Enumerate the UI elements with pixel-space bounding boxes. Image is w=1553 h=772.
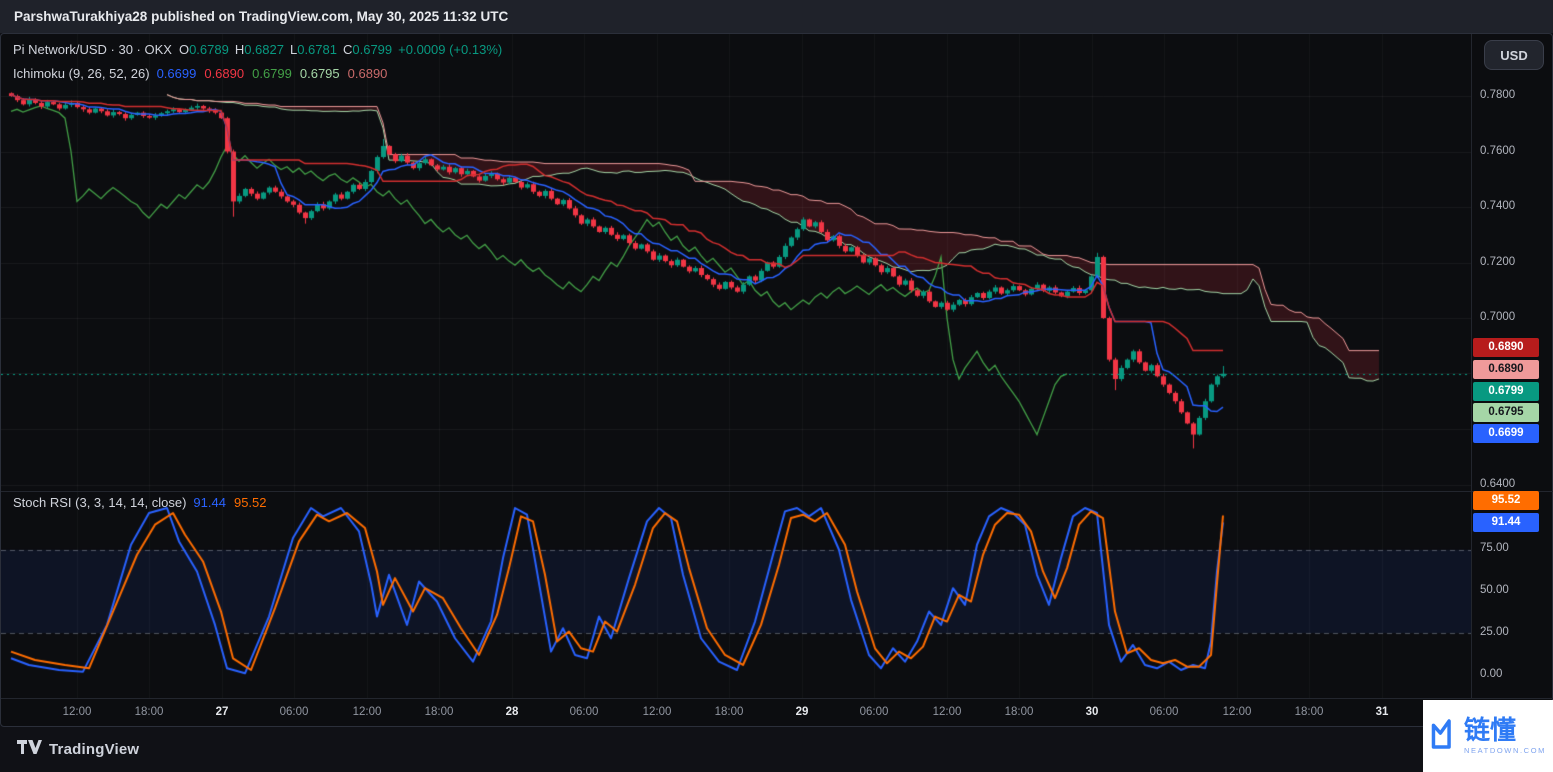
- time-tick-14: 30: [1085, 706, 1099, 718]
- price-chart-canvas[interactable]: [1, 34, 1471, 491]
- ohlc-values: O0.6789 H0.6827 L0.6781 C0.6799 +0.0009 …: [179, 42, 502, 57]
- footer-bar: TradingView: [0, 727, 1553, 772]
- time-tick-8: 12:00: [642, 706, 672, 718]
- stoch-label-chip-1: 91.44: [1473, 512, 1539, 532]
- price-tick-5: 0.6400: [1480, 477, 1516, 490]
- time-tick-9: 18:00: [714, 706, 744, 718]
- change-value: +0.0009 (+0.13%): [398, 42, 503, 57]
- time-tick-0: 12:00: [62, 706, 92, 718]
- tradingview-logo[interactable]: TradingView: [16, 739, 139, 760]
- open-label: O: [178, 42, 190, 57]
- ichimoku-value-4: 0.6890: [347, 66, 388, 81]
- price-label-chip-3: 0.6795: [1473, 402, 1539, 422]
- stoch-value-1: 95.52: [233, 495, 267, 510]
- ichimoku-values: 0.6699 0.6890 0.6799 0.6795 0.6890: [157, 66, 388, 81]
- time-tick-10: 29: [795, 706, 809, 718]
- time-tick-7: 06:00: [569, 706, 599, 718]
- time-tick-6: 28: [505, 706, 519, 718]
- tradingview-wordmark: TradingView: [49, 741, 140, 758]
- time-tick-11: 06:00: [859, 706, 889, 718]
- time-tick-12: 12:00: [932, 706, 962, 718]
- price-label-chip-2: 0.6799: [1473, 381, 1539, 401]
- price-tick-4: 0.7000: [1480, 311, 1516, 323]
- time-tick-5: 18:00: [424, 706, 454, 718]
- time-tick-2: 27: [215, 706, 229, 718]
- ichimoku-value-2: 0.6799: [252, 66, 292, 81]
- symbol-title: Pi Network/USD · 30 · OKX: [13, 42, 172, 57]
- neatdown-logo-icon: [1430, 717, 1456, 756]
- price-label-chip-0: 0.6890: [1473, 337, 1539, 357]
- high-value: 0.6827: [244, 42, 284, 57]
- time-axis[interactable]: 12:00 18:00 27 06:00 12:00 18:00 28 06:00 12:00 1…: [1, 698, 1471, 728]
- price-axis[interactable]: 0.7800 0.7600 0.7400 0.7200 0.7000 0.6400 0.68…: [1471, 34, 1553, 698]
- time-tick-13: 18:00: [1004, 706, 1034, 718]
- neatdown-name: 链懂: [1464, 714, 1517, 745]
- time-tick-4: 12:00: [352, 706, 382, 718]
- stoch-tick-1: 50.00: [1480, 584, 1509, 596]
- ichimoku-label: Ichimoku (9, 26, 52, 26): [13, 66, 150, 81]
- stoch-label-chip-0: 95.52: [1473, 490, 1539, 510]
- tradingview-snapshot-page: { "attribution": { "text": "ParshwaTurak…: [0, 0, 1553, 772]
- time-tick-16: 12:00: [1222, 706, 1252, 718]
- stoch-value-0: 91.44: [193, 495, 226, 510]
- tradingview-logo-icon: [16, 739, 42, 760]
- ichimoku-legend: Ichimoku (9, 26, 52, 26) 0.6699 0.6890 0.6…: [13, 66, 387, 81]
- time-tick-15: 06:00: [1149, 706, 1179, 718]
- price-tick-1: 0.7600: [1480, 144, 1516, 157]
- price-label-chip-4: 0.6699: [1473, 423, 1539, 443]
- price-tick-0: 0.7800: [1480, 89, 1516, 101]
- symbol-legend: Pi Network/USD · 30 · OKX O0.6789 H0.682…: [13, 42, 502, 57]
- time-tick-3: 06:00: [279, 706, 309, 718]
- stoch-tick-0: 75.00: [1480, 542, 1509, 554]
- price-tick-3: 0.7200: [1480, 255, 1516, 268]
- ichimoku-value-3: 0.6795: [299, 66, 340, 81]
- open-value: 0.6789: [189, 42, 229, 57]
- ichimoku-value-0: 0.6699: [156, 66, 197, 81]
- stoch-label: Stoch RSI (3, 3, 14, 14, close): [13, 495, 187, 510]
- price-tick-2: 0.7400: [1480, 200, 1516, 212]
- stoch-tick-3: 0.00: [1480, 668, 1503, 680]
- ichimoku-value-1: 0.6890: [204, 66, 245, 81]
- pane-separator: [1, 491, 1553, 492]
- close-label: C: [342, 42, 353, 57]
- attribution-bar: ParshwaTurakhiya28 published on TradingV…: [0, 0, 1553, 33]
- price-label-chip-1: 0.6890: [1473, 359, 1539, 379]
- attribution-text: ParshwaTurakhiya28 published on TradingV…: [14, 9, 509, 24]
- currency-toggle-button[interactable]: USD: [1484, 40, 1544, 70]
- time-tick-17: 18:00: [1294, 706, 1324, 718]
- close-value: 0.6799: [352, 42, 393, 57]
- neatdown-watermark[interactable]: 链懂 NEATDOWN.COM: [1423, 700, 1553, 772]
- high-label: H: [234, 42, 245, 57]
- low-value: 0.6781: [297, 42, 337, 57]
- stoch-legend: Stoch RSI (3, 3, 14, 14, close) 91.44 95.…: [13, 495, 267, 510]
- chart-card: Pi Network/USD · 30 · OKX O0.6789 H0.682…: [0, 33, 1553, 727]
- neatdown-domain: NEATDOWN.COM: [1464, 746, 1546, 756]
- stoch-rsi-canvas[interactable]: [1, 491, 1471, 698]
- stoch-tick-2: 25.00: [1480, 626, 1509, 638]
- stoch-values: 91.44 95.52: [193, 495, 266, 510]
- time-tick-18: 31: [1375, 706, 1389, 718]
- time-tick-1: 18:00: [134, 706, 164, 718]
